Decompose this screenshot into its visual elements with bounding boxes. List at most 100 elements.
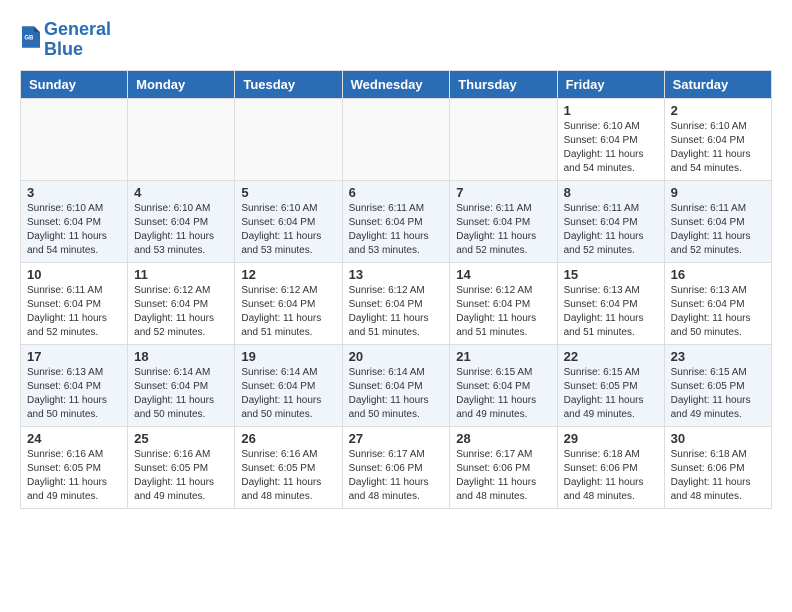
calendar-cell: 28 Sunrise: 6:17 AM Sunset: 6:06 PM Dayli… <box>450 426 557 508</box>
day-number: 7 <box>456 185 550 200</box>
day-number: 11 <box>134 267 228 282</box>
day-info: Sunrise: 6:10 AM Sunset: 6:04 PM Dayligh… <box>671 120 765 176</box>
day-info: Sunrise: 6:14 AM Sunset: 6:04 PM Dayligh… <box>349 366 444 422</box>
day-info: Sunrise: 6:11 AM Sunset: 6:04 PM Dayligh… <box>456 202 550 258</box>
day-info: Sunrise: 6:11 AM Sunset: 6:04 PM Dayligh… <box>671 202 765 258</box>
day-info: Sunrise: 6:12 AM Sunset: 6:04 PM Dayligh… <box>349 284 444 340</box>
calendar-cell <box>128 98 235 180</box>
calendar-header-thursday: Thursday <box>450 70 557 98</box>
day-number: 5 <box>241 185 335 200</box>
calendar-cell: 12 Sunrise: 6:12 AM Sunset: 6:04 PM Dayli… <box>235 262 342 344</box>
day-info: Sunrise: 6:12 AM Sunset: 6:04 PM Dayligh… <box>456 284 550 340</box>
day-number: 14 <box>456 267 550 282</box>
day-info: Sunrise: 6:16 AM Sunset: 6:05 PM Dayligh… <box>27 448 121 504</box>
day-info: Sunrise: 6:12 AM Sunset: 6:04 PM Dayligh… <box>241 284 335 340</box>
calendar-header-monday: Monday <box>128 70 235 98</box>
calendar-cell: 2 Sunrise: 6:10 AM Sunset: 6:04 PM Daylig… <box>664 98 771 180</box>
calendar-cell: 13 Sunrise: 6:12 AM Sunset: 6:04 PM Dayli… <box>342 262 450 344</box>
day-number: 17 <box>27 349 121 364</box>
day-info: Sunrise: 6:14 AM Sunset: 6:04 PM Dayligh… <box>241 366 335 422</box>
day-info: Sunrise: 6:10 AM Sunset: 6:04 PM Dayligh… <box>27 202 121 258</box>
day-info: Sunrise: 6:12 AM Sunset: 6:04 PM Dayligh… <box>134 284 228 340</box>
day-info: Sunrise: 6:17 AM Sunset: 6:06 PM Dayligh… <box>456 448 550 504</box>
day-number: 29 <box>564 431 658 446</box>
calendar-cell: 30 Sunrise: 6:18 AM Sunset: 6:06 PM Dayli… <box>664 426 771 508</box>
day-number: 15 <box>564 267 658 282</box>
calendar-cell: 25 Sunrise: 6:16 AM Sunset: 6:05 PM Dayli… <box>128 426 235 508</box>
page-header: GB General Blue <box>20 20 772 60</box>
logo: GB General Blue <box>20 20 111 60</box>
calendar-cell <box>342 98 450 180</box>
day-info: Sunrise: 6:16 AM Sunset: 6:05 PM Dayligh… <box>241 448 335 504</box>
calendar-cell: 3 Sunrise: 6:10 AM Sunset: 6:04 PM Daylig… <box>21 180 128 262</box>
day-info: Sunrise: 6:11 AM Sunset: 6:04 PM Dayligh… <box>349 202 444 258</box>
day-number: 20 <box>349 349 444 364</box>
day-info: Sunrise: 6:11 AM Sunset: 6:04 PM Dayligh… <box>564 202 658 258</box>
day-number: 8 <box>564 185 658 200</box>
calendar-cell: 6 Sunrise: 6:11 AM Sunset: 6:04 PM Daylig… <box>342 180 450 262</box>
calendar-cell: 20 Sunrise: 6:14 AM Sunset: 6:04 PM Dayli… <box>342 344 450 426</box>
day-number: 22 <box>564 349 658 364</box>
calendar-cell: 1 Sunrise: 6:10 AM Sunset: 6:04 PM Daylig… <box>557 98 664 180</box>
day-number: 24 <box>27 431 121 446</box>
day-info: Sunrise: 6:13 AM Sunset: 6:04 PM Dayligh… <box>671 284 765 340</box>
day-number: 16 <box>671 267 765 282</box>
calendar-cell: 11 Sunrise: 6:12 AM Sunset: 6:04 PM Dayli… <box>128 262 235 344</box>
day-info: Sunrise: 6:18 AM Sunset: 6:06 PM Dayligh… <box>564 448 658 504</box>
calendar-cell: 29 Sunrise: 6:18 AM Sunset: 6:06 PM Dayli… <box>557 426 664 508</box>
day-info: Sunrise: 6:11 AM Sunset: 6:04 PM Dayligh… <box>27 284 121 340</box>
calendar-cell: 22 Sunrise: 6:15 AM Sunset: 6:05 PM Dayli… <box>557 344 664 426</box>
day-number: 1 <box>564 103 658 118</box>
day-number: 18 <box>134 349 228 364</box>
calendar-cell: 21 Sunrise: 6:15 AM Sunset: 6:04 PM Dayli… <box>450 344 557 426</box>
calendar-cell: 26 Sunrise: 6:16 AM Sunset: 6:05 PM Dayli… <box>235 426 342 508</box>
calendar-cell: 5 Sunrise: 6:10 AM Sunset: 6:04 PM Daylig… <box>235 180 342 262</box>
day-number: 12 <box>241 267 335 282</box>
calendar-cell: 23Sunrise: 6:15 AM Sunset: 6:05 PM Dayli… <box>664 344 771 426</box>
day-info: Sunrise: 6:13 AM Sunset: 6:04 PM Dayligh… <box>564 284 658 340</box>
calendar-header-wednesday: Wednesday <box>342 70 450 98</box>
day-number: 26 <box>241 431 335 446</box>
day-number: 28 <box>456 431 550 446</box>
day-info: Sunrise: 6:10 AM Sunset: 6:04 PM Dayligh… <box>241 202 335 258</box>
svg-text:GB: GB <box>24 36 34 42</box>
calendar-cell: 18Sunrise: 6:14 AM Sunset: 6:04 PM Dayli… <box>128 344 235 426</box>
day-number: 6 <box>349 185 444 200</box>
calendar-cell: 27 Sunrise: 6:17 AM Sunset: 6:06 PM Dayli… <box>342 426 450 508</box>
calendar-cell: 15 Sunrise: 6:13 AM Sunset: 6:04 PM Dayli… <box>557 262 664 344</box>
day-number: 27 <box>349 431 444 446</box>
calendar-cell: 4 Sunrise: 6:10 AM Sunset: 6:04 PM Daylig… <box>128 180 235 262</box>
calendar-cell: 24 Sunrise: 6:16 AM Sunset: 6:05 PM Dayli… <box>21 426 128 508</box>
day-number: 2 <box>671 103 765 118</box>
calendar-header-tuesday: Tuesday <box>235 70 342 98</box>
day-number: 19 <box>241 349 335 364</box>
day-number: 25 <box>134 431 228 446</box>
day-info: Sunrise: 6:10 AM Sunset: 6:04 PM Dayligh… <box>564 120 658 176</box>
calendar-cell: 9 Sunrise: 6:11 AM Sunset: 6:04 PM Daylig… <box>664 180 771 262</box>
calendar-header-friday: Friday <box>557 70 664 98</box>
day-info: Sunrise: 6:10 AM Sunset: 6:04 PM Dayligh… <box>134 202 228 258</box>
calendar-cell <box>450 98 557 180</box>
day-info: Sunrise: 6:15 AM Sunset: 6:05 PM Dayligh… <box>564 366 658 422</box>
day-info: Sunrise: 6:13 AM Sunset: 6:04 PM Dayligh… <box>27 366 121 422</box>
day-info: Sunrise: 6:17 AM Sunset: 6:06 PM Dayligh… <box>349 448 444 504</box>
calendar-cell: 8 Sunrise: 6:11 AM Sunset: 6:04 PM Daylig… <box>557 180 664 262</box>
day-info: Sunrise: 6:18 AM Sunset: 6:06 PM Dayligh… <box>671 448 765 504</box>
day-number: 13 <box>349 267 444 282</box>
day-number: 30 <box>671 431 765 446</box>
day-info: Sunrise: 6:15 AM Sunset: 6:04 PM Dayligh… <box>456 366 550 422</box>
calendar-header-saturday: Saturday <box>664 70 771 98</box>
day-number: 4 <box>134 185 228 200</box>
day-info: Sunrise: 6:15 AM Sunset: 6:05 PM Dayligh… <box>671 366 765 422</box>
day-number: 3 <box>27 185 121 200</box>
calendar-cell: 19 Sunrise: 6:14 AM Sunset: 6:04 PM Dayli… <box>235 344 342 426</box>
day-number: 9 <box>671 185 765 200</box>
day-number: 10 <box>27 267 121 282</box>
day-info: Sunrise: 6:16 AM Sunset: 6:05 PM Dayligh… <box>134 448 228 504</box>
day-number: 21 <box>456 349 550 364</box>
calendar-cell <box>235 98 342 180</box>
calendar: SundayMondayTuesdayWednesdayThursdayFrid… <box>20 70 772 509</box>
calendar-header-sunday: Sunday <box>21 70 128 98</box>
calendar-cell <box>21 98 128 180</box>
calendar-cell: 16 Sunrise: 6:13 AM Sunset: 6:04 PM Dayli… <box>664 262 771 344</box>
